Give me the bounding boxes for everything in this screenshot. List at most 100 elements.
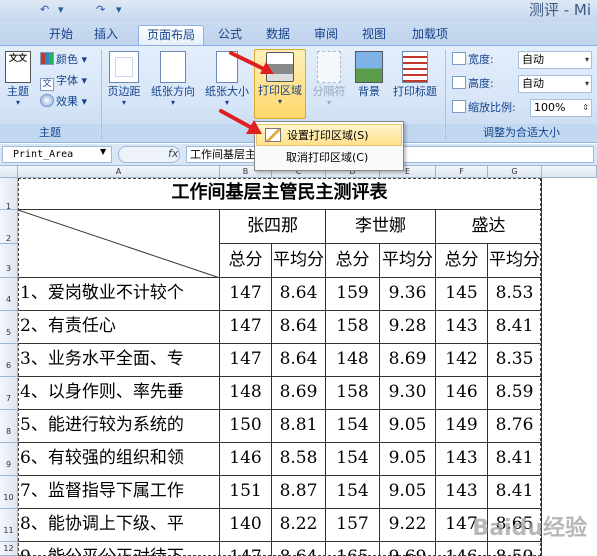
tab-review[interactable]: 审阅: [308, 25, 344, 46]
row-header[interactable]: 6: [0, 344, 18, 377]
value-cell[interactable]: 158: [326, 311, 380, 344]
subheader-cell[interactable]: 总分: [220, 244, 272, 278]
tab-formulas[interactable]: 公式: [212, 25, 248, 46]
item-label-cell[interactable]: 4、以身作则、率先垂: [18, 377, 220, 410]
value-cell[interactable]: 9.05: [380, 410, 436, 443]
value-cell[interactable]: 158: [326, 377, 380, 410]
value-cell[interactable]: 8.87: [272, 476, 326, 509]
fx-icon[interactable]: fx: [168, 147, 178, 160]
value-cell[interactable]: 159: [326, 278, 380, 311]
undo-icon[interactable]: ↶: [40, 2, 49, 18]
value-cell[interactable]: 8.41: [488, 443, 542, 476]
value-cell[interactable]: 9.22: [380, 509, 436, 542]
value-cell[interactable]: 143: [436, 311, 488, 344]
item-label-cell[interactable]: 7、监督指导下属工作: [18, 476, 220, 509]
redo-icon[interactable]: ↷: [96, 2, 105, 18]
value-cell[interactable]: 157: [326, 509, 380, 542]
row-header[interactable]: 10: [0, 476, 18, 509]
tab-view[interactable]: 视图: [356, 25, 392, 46]
value-cell[interactable]: 143: [436, 476, 488, 509]
subheader-cell[interactable]: 总分: [436, 244, 488, 278]
value-cell[interactable]: 142: [436, 344, 488, 377]
value-cell[interactable]: 8.41: [488, 311, 542, 344]
value-cell[interactable]: 8.22: [272, 509, 326, 542]
worksheet-grid[interactable]: 工作间基层主管民主测评表 张四那 李世娜 盛达 总分 平均分 总分 平均分 总分 平均分 1、爱岗敬…: [18, 178, 597, 556]
value-cell[interactable]: 154: [326, 443, 380, 476]
item-label-cell[interactable]: 5、能进行较为系统的: [18, 410, 220, 443]
row-header[interactable]: 8: [0, 410, 18, 443]
subheader-cell[interactable]: 总分: [326, 244, 380, 278]
theme-fonts-button[interactable]: 文字体 ▾: [40, 72, 87, 91]
row-header[interactable]: 4: [0, 278, 18, 311]
value-cell[interactable]: 147: [220, 311, 272, 344]
background-button[interactable]: 背景: [352, 49, 386, 119]
value-cell[interactable]: 8.41: [488, 476, 542, 509]
value-cell[interactable]: 8.64: [272, 542, 326, 556]
item-label-cell[interactable]: 6、有较强的组织和领: [18, 443, 220, 476]
tab-page-layout[interactable]: 页面布局: [138, 25, 204, 46]
item-label-cell[interactable]: 2、有责任心: [18, 311, 220, 344]
person-header[interactable]: 张四那: [220, 210, 326, 244]
scale-spinner[interactable]: 100% ⇕: [530, 99, 592, 117]
themes-button[interactable]: 文文 主题 ▾: [2, 49, 34, 119]
row-header[interactable]: 12: [0, 542, 18, 556]
print-titles-button[interactable]: 打印标题: [388, 49, 442, 119]
value-cell[interactable]: 154: [326, 476, 380, 509]
name-box[interactable]: Print_Area: [2, 146, 112, 163]
value-cell[interactable]: 9.28: [380, 311, 436, 344]
value-cell[interactable]: 149: [436, 410, 488, 443]
customize-toolbar-icon[interactable]: ▾: [116, 2, 122, 18]
value-cell[interactable]: 8.59: [488, 377, 542, 410]
value-cell[interactable]: 9.30: [380, 377, 436, 410]
tab-insert[interactable]: 插入: [88, 25, 124, 46]
value-cell[interactable]: 8.59: [488, 542, 542, 556]
row-header[interactable]: 3: [0, 244, 18, 278]
margins-button[interactable]: 页边距 ▾: [104, 49, 144, 119]
orientation-button[interactable]: 纸张方向 ▾: [146, 49, 200, 119]
column-header[interactable]: F: [436, 166, 488, 178]
value-cell[interactable]: 165: [326, 542, 380, 556]
subheader-cell[interactable]: 平均分: [272, 244, 326, 278]
column-header-extra[interactable]: [542, 166, 597, 178]
subheader-cell[interactable]: 平均分: [488, 244, 542, 278]
value-cell[interactable]: 8.76: [488, 410, 542, 443]
column-header[interactable]: G: [488, 166, 542, 178]
row-header[interactable]: 9: [0, 443, 18, 476]
tab-home[interactable]: 开始: [43, 25, 79, 46]
row-header[interactable]: 5: [0, 311, 18, 344]
theme-effects-button[interactable]: 效果 ▾: [40, 93, 87, 111]
dropdown-arrow-icon[interactable]: ▾: [58, 2, 64, 18]
value-cell[interactable]: 146: [436, 542, 488, 556]
theme-colors-button[interactable]: 颜色 ▾: [40, 51, 87, 69]
value-cell[interactable]: 146: [436, 377, 488, 410]
width-combo[interactable]: 自动 ▾: [518, 51, 592, 69]
breaks-button[interactable]: 分隔符 ▾: [308, 49, 350, 119]
value-cell[interactable]: 8.69: [272, 377, 326, 410]
value-cell[interactable]: 151: [220, 476, 272, 509]
row-header[interactable]: 2: [0, 210, 18, 244]
value-cell[interactable]: 154: [326, 410, 380, 443]
row-header[interactable]: 11: [0, 509, 18, 542]
item-label-cell[interactable]: 3、业务水平全面、专: [18, 344, 220, 377]
height-combo[interactable]: 自动 ▾: [518, 75, 592, 93]
value-cell[interactable]: 9.05: [380, 476, 436, 509]
value-cell[interactable]: 8.53: [488, 278, 542, 311]
column-header[interactable]: A: [18, 166, 220, 178]
value-cell[interactable]: 140: [220, 509, 272, 542]
value-cell[interactable]: 147: [220, 278, 272, 311]
select-all-corner[interactable]: [0, 166, 18, 178]
value-cell[interactable]: 9.36: [380, 278, 436, 311]
value-cell[interactable]: 148: [220, 377, 272, 410]
item-label-cell[interactable]: 9、能公平公正对待下: [18, 542, 220, 556]
diagonal-header-cell[interactable]: [18, 210, 220, 278]
value-cell[interactable]: 9.05: [380, 443, 436, 476]
value-cell[interactable]: 146: [220, 443, 272, 476]
value-cell[interactable]: 147: [220, 344, 272, 377]
value-cell[interactable]: 8.64: [272, 311, 326, 344]
chevron-down-icon[interactable]: ▼: [100, 147, 106, 156]
value-cell[interactable]: 8.35: [488, 344, 542, 377]
person-header[interactable]: 李世娜: [326, 210, 436, 244]
value-cell[interactable]: 148: [326, 344, 380, 377]
value-cell[interactable]: 8.58: [272, 443, 326, 476]
person-header[interactable]: 盛达: [436, 210, 542, 244]
